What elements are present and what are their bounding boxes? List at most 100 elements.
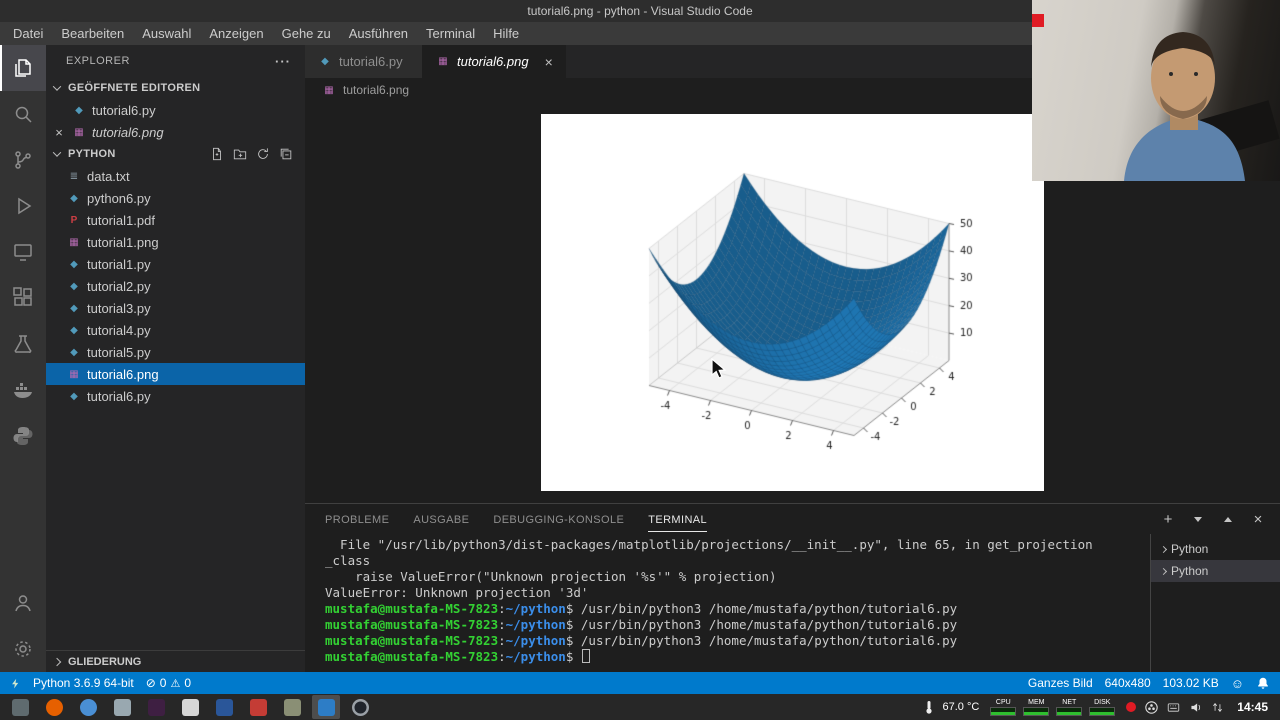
volume-icon[interactable] (1189, 701, 1202, 714)
feedback-icon[interactable] (1231, 676, 1244, 691)
app-menu-icon[interactable] (6, 695, 34, 719)
system-monitor-mem: MEM (1021, 698, 1051, 716)
problems-indicator[interactable]: 0 0 (146, 676, 191, 690)
pdf-reader-icon[interactable] (244, 695, 272, 719)
firefox-icon[interactable] (40, 695, 68, 719)
outline-section-header[interactable]: GLIEDERUNG (46, 650, 305, 672)
refresh-icon[interactable] (256, 147, 270, 161)
vscode-window: tutorial6.png - python - Visual Studio C… (0, 0, 1280, 720)
docker-icon[interactable] (0, 367, 46, 413)
close-panel-icon[interactable] (1250, 511, 1266, 527)
new-folder-icon[interactable] (233, 147, 247, 161)
open-editors-header[interactable]: GEÖFFNETE EDITOREN (46, 77, 305, 99)
tab-label: tutorial6.png (457, 54, 529, 69)
file-name: data.txt (87, 168, 130, 184)
py-file-icon (71, 102, 87, 118)
python-interpreter[interactable]: Python 3.6.9 64-bit (33, 676, 134, 690)
txt-file-icon (66, 168, 82, 184)
vscode-icon[interactable] (312, 695, 340, 719)
sidebar-title: EXPLORER (66, 55, 130, 67)
bottom-panel: PROBLEME AUSGABE DEBUGGING-KONSOLE TERMINAL… (305, 503, 1280, 672)
file-item[interactable]: tutorial1.png (46, 231, 305, 253)
test-explorer-icon[interactable] (0, 321, 46, 367)
file-item[interactable]: tutorial5.py (46, 341, 305, 363)
file-name: tutorial6.py (92, 102, 156, 118)
text-editor-icon[interactable] (176, 695, 204, 719)
libreoffice-icon[interactable] (210, 695, 238, 719)
menu-item-ausführen[interactable]: Ausführen (340, 24, 417, 43)
system-monitor-net: NET (1054, 698, 1084, 716)
menu-item-bearbeiten[interactable]: Bearbeiten (52, 24, 133, 43)
file-item[interactable]: tutorial4.py (46, 319, 305, 341)
search-icon[interactable] (0, 91, 46, 137)
taskbar: 67.0 °C CPU MEM NET DISK 14:45 (0, 694, 1280, 720)
panel-tab-ausgabe[interactable]: AUSGABE (413, 507, 469, 531)
tab-tutorial6-py[interactable]: tutorial6.py (305, 45, 423, 78)
image-zoom-mode[interactable]: Ganzes Bild (1028, 676, 1093, 690)
new-terminal-icon[interactable] (1160, 511, 1176, 527)
remote-explorer-icon[interactable] (0, 229, 46, 275)
file-manager-icon[interactable] (108, 695, 136, 719)
account-icon[interactable] (0, 580, 46, 626)
open-editor-item[interactable]: tutorial6.png (46, 121, 305, 143)
panel-tab-terminal[interactable]: TERMINAL (648, 507, 708, 532)
chromium-icon[interactable] (74, 695, 102, 719)
menu-item-auswahl[interactable]: Auswahl (133, 24, 200, 43)
file-item[interactable]: tutorial3.py (46, 297, 305, 319)
extensions-icon[interactable] (0, 275, 46, 321)
input-method-icon[interactable] (1167, 701, 1180, 714)
py-file-icon (317, 54, 333, 70)
panel-tab-debugging-konsole[interactable]: DEBUGGING-KONSOLE (493, 507, 624, 531)
more-actions-icon[interactable] (275, 54, 291, 69)
file-name: tutorial6.png (87, 366, 159, 382)
file-item[interactable]: tutorial6.png (46, 363, 305, 385)
panel-tab-probleme[interactable]: PROBLEME (325, 507, 389, 531)
menu-item-datei[interactable]: Datei (4, 24, 52, 43)
maximize-panel-icon[interactable] (1220, 511, 1236, 527)
file-item[interactable]: tutorial2.py (46, 275, 305, 297)
menu-item-gehe-zu[interactable]: Gehe zu (273, 24, 340, 43)
menu-item-terminal[interactable]: Terminal (417, 24, 484, 43)
panel-tab-bar: PROBLEME AUSGABE DEBUGGING-KONSOLE TERMINAL (325, 504, 731, 534)
source-control-icon[interactable] (0, 137, 46, 183)
clock[interactable]: 14:45 (1233, 700, 1274, 714)
file-item[interactable]: tutorial1.py (46, 253, 305, 275)
menu-item-hilfe[interactable]: Hilfe (484, 24, 528, 43)
file-item[interactable]: tutorial6.py (46, 385, 305, 407)
py-file-icon (66, 278, 82, 294)
terminal-app-icon[interactable] (142, 695, 170, 719)
obs-tray-icon[interactable] (1145, 700, 1159, 714)
image-file-icon (435, 54, 451, 70)
new-file-icon[interactable] (210, 147, 224, 161)
file-item[interactable]: data.txt (46, 165, 305, 187)
run-debug-icon[interactable] (0, 183, 46, 229)
folder-section-header[interactable]: PYTHON (46, 143, 305, 165)
settings-icon[interactable] (0, 626, 46, 672)
close-icon[interactable] (545, 54, 553, 70)
explorer-icon[interactable] (0, 45, 46, 91)
collapse-all-icon[interactable] (279, 147, 293, 161)
file-name: tutorial1.png (87, 234, 159, 250)
open-editor-item[interactable]: tutorial6.py (46, 99, 305, 121)
chevron-down-icon (52, 82, 62, 91)
notifications-bell-icon[interactable] (1256, 676, 1270, 690)
terminal-instance[interactable]: Python (1151, 560, 1280, 582)
mouse-cursor (711, 358, 727, 379)
terminal-dropdown-icon[interactable] (1190, 511, 1206, 527)
tab-tutorial6-png[interactable]: tutorial6.png (423, 45, 566, 78)
file-item[interactable]: tutorial1.pdf (46, 209, 305, 231)
close-icon[interactable] (52, 125, 66, 140)
image-file-icon (66, 234, 82, 250)
terminal-instance[interactable]: Python (1151, 538, 1280, 560)
obs-studio-icon[interactable] (346, 695, 374, 719)
python-env-icon[interactable] (0, 413, 46, 459)
terminal-output[interactable]: File "/usr/lib/python3/dist-packages/mat… (305, 534, 1150, 672)
menu-item-anzeigen[interactable]: Anzeigen (200, 24, 272, 43)
file-item[interactable]: python6.py (46, 187, 305, 209)
remote-indicator-icon[interactable] (10, 677, 21, 690)
image-tool-icon[interactable] (278, 695, 306, 719)
file-name: tutorial5.py (87, 344, 151, 360)
network-icon[interactable] (1211, 701, 1224, 714)
pdf-file-icon (66, 212, 82, 228)
cpu-temperature: 67.0 °C (942, 701, 980, 713)
